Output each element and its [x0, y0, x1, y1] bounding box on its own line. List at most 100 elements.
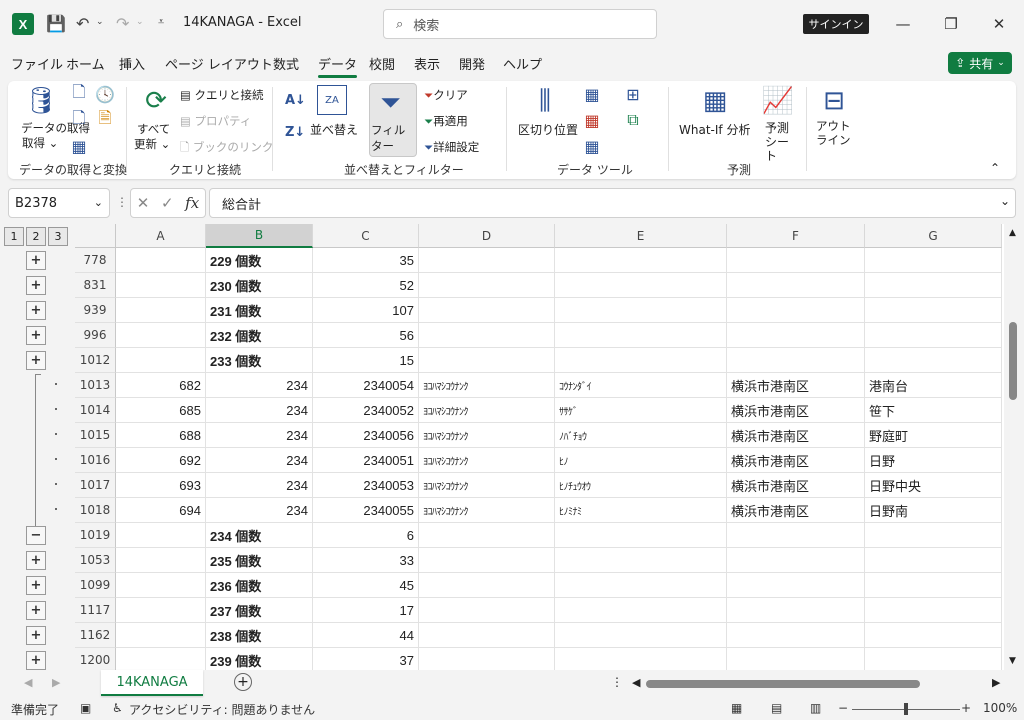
cell-f[interactable] — [727, 523, 865, 548]
sheet-tab-14kanaga[interactable]: 14KANAGA — [101, 670, 203, 696]
cell-b[interactable]: 234 — [206, 473, 313, 498]
cell-d[interactable]: ﾖｺﾊﾏｼｺｳﾅﾝｸ — [419, 373, 555, 398]
cell-g[interactable] — [865, 598, 1002, 623]
cell-f[interactable]: 横浜市港南区 — [727, 423, 865, 448]
cell-c[interactable]: 2340053 — [313, 473, 419, 498]
from-web-icon[interactable]: 🗋 — [70, 108, 88, 129]
cell-a[interactable]: 694 — [116, 498, 206, 523]
cell-c[interactable]: 2340055 — [313, 498, 419, 523]
sort-dialog-icon[interactable]: ZA — [317, 85, 347, 115]
cell-b[interactable]: 234 — [206, 498, 313, 523]
page-layout-view-icon[interactable]: ▤ — [771, 701, 782, 715]
cell-c[interactable]: 44 — [313, 623, 419, 648]
cell-d[interactable] — [419, 598, 555, 623]
cell-a[interactable] — [116, 523, 206, 548]
enter-icon[interactable]: ✓ — [161, 194, 174, 212]
restore-icon[interactable]: ❐ — [936, 10, 966, 38]
minimize-icon[interactable]: — — [888, 10, 918, 38]
cell-f[interactable] — [727, 298, 865, 323]
cell-d[interactable] — [419, 348, 555, 373]
cell-b[interactable]: 234 — [206, 448, 313, 473]
cell-d[interactable]: ﾖｺﾊﾏｼｺｳﾅﾝｸ — [419, 398, 555, 423]
cell-a[interactable]: 688 — [116, 423, 206, 448]
column-header-a[interactable]: A — [116, 224, 206, 248]
tab-file[interactable]: ファイル — [11, 54, 63, 73]
cell-c[interactable]: 107 — [313, 298, 419, 323]
cell-f[interactable]: 横浜市港南区 — [727, 473, 865, 498]
cell-b[interactable]: 234 — [206, 373, 313, 398]
cell-a[interactable] — [116, 623, 206, 648]
cell-f[interactable] — [727, 623, 865, 648]
cell-c[interactable]: 2340056 — [313, 423, 419, 448]
page-break-view-icon[interactable]: ▥ — [810, 701, 821, 715]
undo-icon[interactable]: ↶ — [76, 14, 89, 33]
cell-b[interactable]: 234 個数 — [206, 523, 313, 548]
cell-f[interactable]: 横浜市港南区 — [727, 448, 865, 473]
cell-a[interactable]: 692 — [116, 448, 206, 473]
cell-d[interactable]: ﾖｺﾊﾏｼｺｳﾅﾝｸ — [419, 498, 555, 523]
what-if-icon[interactable]: ▦ — [699, 85, 731, 117]
row-header[interactable]: 831 — [75, 273, 116, 298]
text-to-columns-icon[interactable]: ⫼ — [530, 85, 560, 117]
properties-button[interactable]: ▤ プロパティ — [180, 113, 251, 129]
scroll-down-icon[interactable]: ▼ — [1009, 656, 1016, 666]
cell-b[interactable]: 236 個数 — [206, 573, 313, 598]
advanced-button[interactable]: ⏷詳細設定 — [424, 139, 479, 155]
expand-group-button[interactable]: + — [26, 651, 46, 670]
cell-b[interactable]: 235 個数 — [206, 548, 313, 573]
signin-button[interactable]: サインイン — [803, 14, 869, 34]
cell-d[interactable] — [419, 298, 555, 323]
expand-group-button[interactable]: + — [26, 276, 46, 295]
cell-a[interactable]: 693 — [116, 473, 206, 498]
expand-group-button[interactable]: + — [26, 326, 46, 345]
cell-a[interactable] — [116, 323, 206, 348]
cell-b[interactable]: 229 個数 — [206, 248, 313, 273]
search-box[interactable]: ⌕ 検索 — [383, 9, 657, 39]
cell-a[interactable] — [116, 298, 206, 323]
expand-formula-icon[interactable]: ⌄ — [1000, 194, 1010, 208]
scroll-right-icon[interactable]: ▶ — [992, 676, 1000, 689]
cell-b[interactable]: 234 — [206, 398, 313, 423]
undo-dropdown-icon[interactable]: ⌄ — [96, 17, 104, 27]
cell-b[interactable]: 238 個数 — [206, 623, 313, 648]
cell-d[interactable] — [419, 623, 555, 648]
cell-a[interactable] — [116, 598, 206, 623]
cell-g[interactable] — [865, 248, 1002, 273]
cell-f[interactable]: 横浜市港南区 — [727, 398, 865, 423]
cell-a[interactable] — [116, 273, 206, 298]
cell-e[interactable] — [555, 348, 727, 373]
cell-c[interactable]: 35 — [313, 248, 419, 273]
prev-sheet-icon[interactable]: ◀ — [24, 676, 32, 689]
cell-f[interactable] — [727, 273, 865, 298]
from-table-icon[interactable]: ▦ — [70, 137, 88, 156]
cell-g[interactable] — [865, 623, 1002, 648]
cell-c[interactable]: 56 — [313, 323, 419, 348]
scroll-left-icon[interactable]: ◀ — [632, 676, 640, 689]
cell-e[interactable] — [555, 573, 727, 598]
cell-g[interactable]: 日野 — [865, 448, 1002, 473]
cell-g[interactable] — [865, 548, 1002, 573]
vertical-scrollbar[interactable]: ▲ ▼ — [1004, 224, 1024, 670]
cell-e[interactable]: ﾋﾉ — [555, 448, 727, 473]
zoom-in-icon[interactable]: + — [961, 701, 971, 715]
cell-b[interactable]: 230 個数 — [206, 273, 313, 298]
sort-asc-icon[interactable]: A↓ — [285, 93, 306, 108]
row-header[interactable]: 1016 — [75, 448, 116, 473]
existing-connections-icon[interactable]: 🗎 — [96, 108, 114, 129]
cell-d[interactable]: ﾖｺﾊﾏｼｺｳﾅﾝｸ — [419, 423, 555, 448]
cell-a[interactable]: 685 — [116, 398, 206, 423]
outline-button[interactable]: アウトライン — [816, 119, 856, 147]
row-header[interactable]: 1015 — [75, 423, 116, 448]
save-icon[interactable]: 💾 — [46, 14, 66, 33]
cell-f[interactable]: 横浜市港南区 — [727, 373, 865, 398]
cell-a[interactable] — [116, 248, 206, 273]
cell-c[interactable]: 2340054 — [313, 373, 419, 398]
cell-e[interactable] — [555, 248, 727, 273]
select-all-corner[interactable] — [75, 224, 116, 248]
cell-g[interactable]: 港南台 — [865, 373, 1002, 398]
cell-e[interactable] — [555, 273, 727, 298]
formula-input[interactable]: 総合計 — [209, 188, 1016, 218]
cell-e[interactable] — [555, 598, 727, 623]
chevron-down-icon[interactable]: ⌄ — [94, 196, 103, 209]
row-header[interactable]: 1012 — [75, 348, 116, 373]
